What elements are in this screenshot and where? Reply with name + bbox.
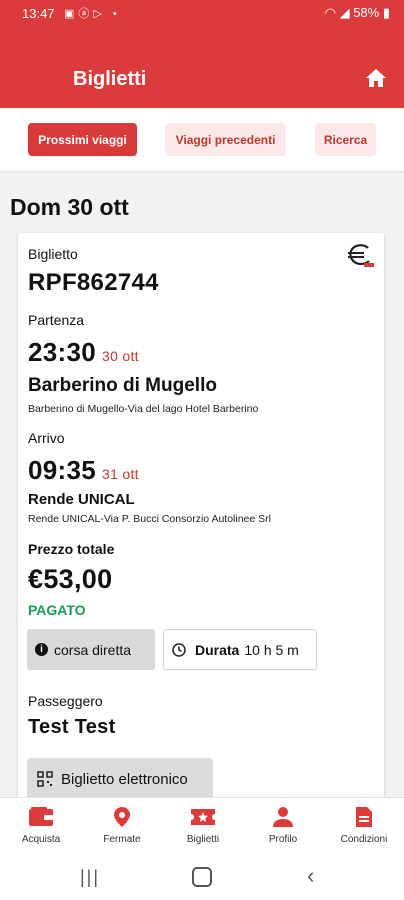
wallet-icon: [29, 807, 53, 826]
arrival-address: Rende UNICAL-Via P. Bucci Consorzio Auto…: [28, 513, 271, 525]
app-bar: 13:47 ▣ⓐ▷ • ◠ ◢ 58% ▮ Biglietti: [0, 0, 404, 108]
payment-status: PAGATO: [28, 602, 86, 618]
departure-time: 23:30: [28, 337, 96, 367]
tab-prossimi-viaggi[interactable]: Prossimi viaggi: [28, 123, 137, 156]
document-icon: [356, 807, 372, 827]
clock-icon: [172, 642, 186, 657]
battery-icon: ▮: [382, 5, 390, 20]
status-right: ◠ ◢ 58% ▮: [325, 5, 390, 21]
map-pin-icon: [114, 807, 130, 827]
ticket-card[interactable]: Biglietto RPF862744 Partenza 23:30 30 ott…: [18, 233, 384, 833]
wifi-icon: ◠: [324, 5, 336, 20]
duration-value: 10 h 5 m: [244, 641, 299, 658]
system-nav-bar: ||| ‹: [0, 853, 404, 900]
direct-route-label: corsa diretta: [54, 641, 132, 658]
nav-label: Fermate: [103, 834, 141, 845]
ticket-code: RPF862744: [28, 269, 159, 296]
tab-ricerca[interactable]: Ricerca: [315, 123, 376, 156]
arrival-stop: Rende UNICAL: [28, 491, 135, 508]
nav-biglietti[interactable]: Biglietti: [163, 806, 243, 845]
price-value: €53,00: [28, 564, 113, 594]
nav-label: Biglietti: [186, 834, 220, 845]
status-time: 13:47: [22, 6, 55, 21]
person-icon: [273, 807, 293, 827]
nav-fermate[interactable]: Fermate: [82, 806, 162, 845]
eticket-label: Biglietto elettronico: [61, 770, 188, 788]
bottom-nav: Acquista Fermate Biglietti Profilo Condi…: [0, 797, 404, 854]
passenger-label: Passeggero: [28, 693, 103, 709]
departure-label: Partenza: [28, 312, 85, 328]
date-heading: Dom 30 ott: [10, 194, 129, 220]
arrival-row: 09:35 31 ott: [28, 455, 139, 486]
info-icon: i: [35, 643, 48, 656]
notification-icons: ▣ⓐ▷ •: [64, 8, 121, 20]
passenger-name: Test Test: [28, 716, 116, 738]
home-button[interactable]: [364, 66, 388, 90]
qr-code-icon: [37, 771, 53, 787]
page-title: Biglietti: [73, 68, 147, 90]
eticket-button[interactable]: Biglietto elettronico: [27, 758, 213, 800]
duration-label: Durata: [195, 641, 240, 658]
departure-stop: Barberino di Mugello: [28, 375, 217, 396]
nav-acquista[interactable]: Acquista: [1, 806, 81, 845]
departure-row: 23:30 30 ott: [28, 337, 139, 368]
tab-viaggi-precedenti[interactable]: Viaggi precedenti: [165, 123, 286, 156]
home-icon: [366, 69, 386, 87]
duration-chip: Durata 10 h 5 m: [163, 629, 317, 670]
ticket-icon: [191, 809, 215, 825]
signal-icon: ◢: [339, 5, 350, 20]
nav-label: Profilo: [268, 834, 298, 845]
departure-date: 30 ott: [102, 348, 139, 364]
nav-label: Acquista: [21, 834, 61, 845]
ticket-label: Biglietto: [28, 246, 78, 262]
direct-route-chip: i corsa diretta: [27, 629, 155, 670]
battery-level: 58%: [353, 5, 380, 20]
nav-condizioni[interactable]: Condizioni: [324, 806, 404, 845]
tab-bar: Prossimi viaggi Viaggi precedenti Ricerc…: [0, 108, 404, 172]
nav-label: Condizioni: [340, 834, 388, 845]
status-bar: 13:47 ▣ⓐ▷ • ◠ ◢ 58% ▮: [0, 0, 404, 26]
home-circle-icon[interactable]: [192, 867, 212, 887]
departure-address: Barberino di Mugello-Via del lago Hotel …: [28, 403, 259, 415]
arrival-label: Arrivo: [28, 430, 65, 446]
nav-profilo[interactable]: Profilo: [243, 806, 323, 845]
price-label: Prezzo totale: [28, 541, 115, 557]
back-chevron-icon[interactable]: ‹: [307, 863, 314, 889]
euro-logo-icon: [346, 243, 376, 269]
arrival-date: 31 ott: [102, 466, 139, 482]
recent-apps-icon[interactable]: |||: [80, 867, 100, 888]
arrival-time: 09:35: [28, 455, 96, 485]
